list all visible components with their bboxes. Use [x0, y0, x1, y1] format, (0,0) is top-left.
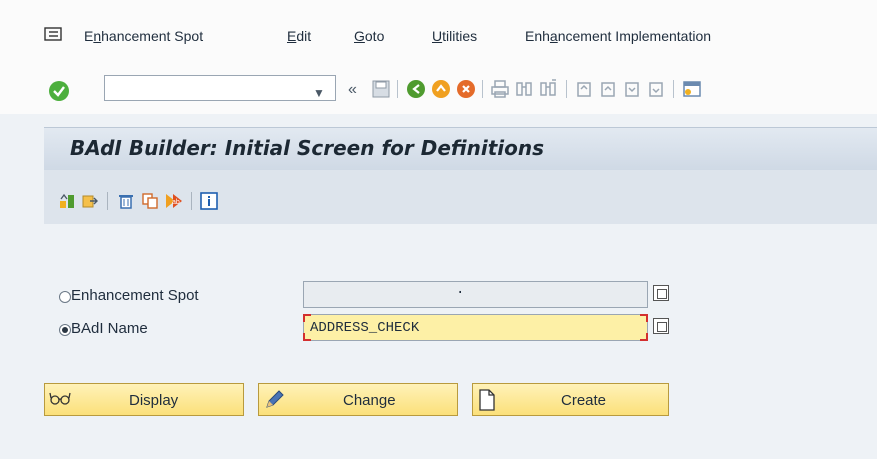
- toolbar-separator: [673, 80, 674, 98]
- last-page-icon[interactable]: [646, 79, 666, 99]
- copy-icon[interactable]: [141, 192, 159, 210]
- rename-icon[interactable]: ab: [165, 192, 183, 210]
- next-page-icon[interactable]: [622, 79, 642, 99]
- back-icon[interactable]: [406, 79, 426, 99]
- menu-goto[interactable]: Goto: [354, 28, 384, 44]
- enhancement-spot-valuehelp-icon[interactable]: [653, 285, 669, 301]
- print-icon[interactable]: [490, 79, 510, 99]
- menu-edit[interactable]: Edit: [287, 28, 311, 44]
- checkmark-icon: [53, 86, 65, 97]
- menu-bar: Enhancement Spot Edit Goto Utilities Enh…: [0, 0, 877, 64]
- enhancement-spot-label: Enhancement Spot: [71, 287, 199, 304]
- badi-name-label: BAdI Name: [71, 320, 148, 337]
- badi-name-radio[interactable]: [59, 324, 71, 336]
- change-button[interactable]: Change: [258, 383, 458, 416]
- toolbar-separator: [191, 192, 192, 210]
- command-dropdown-icon[interactable]: ▼: [313, 86, 325, 100]
- menu-icon[interactable]: [44, 27, 62, 41]
- first-page-icon[interactable]: [574, 79, 594, 99]
- other-object-icon[interactable]: [58, 192, 76, 210]
- badi-name-valuehelp-icon[interactable]: [653, 318, 669, 334]
- cancel-icon[interactable]: [456, 79, 476, 99]
- menu-enhancement-spot[interactable]: Enhancement Spot: [84, 28, 203, 44]
- exit-icon[interactable]: [431, 79, 451, 99]
- previous-page-icon[interactable]: [598, 79, 618, 99]
- screen-title-bar: BAdI Builder: Initial Screen for Definit…: [44, 127, 877, 170]
- application-toolbar: ab: [44, 170, 877, 224]
- menu-utilities[interactable]: Utilities: [432, 28, 477, 44]
- info-icon[interactable]: [200, 192, 218, 210]
- enhancement-spot-radio[interactable]: [59, 291, 71, 303]
- create-button[interactable]: Create: [472, 383, 669, 416]
- toolbar-separator: [107, 192, 108, 210]
- toolbar-separator: [482, 80, 483, 98]
- new-document-icon: [479, 389, 495, 411]
- pencil-icon: [266, 390, 284, 408]
- display-button[interactable]: Display: [44, 383, 244, 416]
- standard-toolbar: ▼ «: [0, 64, 877, 114]
- find-next-icon[interactable]: [538, 79, 558, 99]
- save-icon[interactable]: [371, 79, 391, 99]
- command-field[interactable]: [104, 75, 336, 101]
- collapse-icon[interactable]: «: [348, 81, 357, 99]
- page-title: BAdI Builder: Initial Screen for Definit…: [70, 136, 545, 160]
- menu-enhancement-implementation[interactable]: Enhancement Implementation: [525, 28, 711, 44]
- badi-name-field[interactable]: ADDRESS_CHECK: [303, 314, 648, 341]
- toolbar-separator: [566, 80, 567, 98]
- delete-icon[interactable]: [117, 192, 135, 210]
- enhancement-spot-field[interactable]: ·: [303, 281, 648, 308]
- check-icon[interactable]: [81, 192, 99, 210]
- toolbar-separator: [397, 80, 398, 98]
- find-icon[interactable]: [514, 79, 534, 99]
- new-session-icon[interactable]: [682, 79, 702, 99]
- glasses-icon: [49, 392, 71, 405]
- selection-area: Enhancement Spot · BAdI Name ADDRESS_CHE…: [44, 224, 877, 459]
- svg-text:ab: ab: [172, 199, 180, 206]
- enter-button[interactable]: [49, 81, 69, 101]
